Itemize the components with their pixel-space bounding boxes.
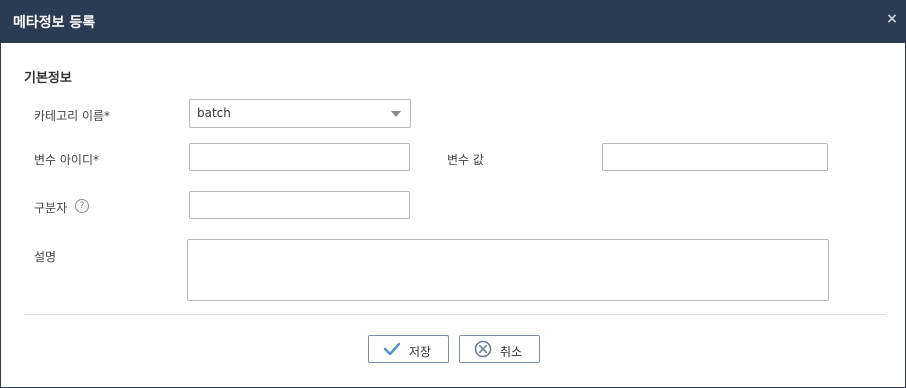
description-textarea[interactable] — [187, 239, 829, 301]
chevron-down-icon — [391, 111, 401, 117]
meta-info-dialog: 메타정보 등록 × 기본정보 카테고리 이름* batch 변수 아이디* 변수… — [0, 0, 906, 388]
cancel-circle-icon — [474, 340, 492, 362]
save-button-label: 저장 — [409, 345, 432, 359]
help-icon[interactable]: ? — [75, 199, 89, 213]
save-button[interactable]: 저장 — [368, 335, 449, 363]
cancel-button-label: 취소 — [500, 345, 523, 359]
close-icon[interactable]: × — [885, 11, 899, 27]
variable-id-label: 변수 아이디* — [34, 153, 100, 167]
category-select[interactable]: batch — [189, 99, 411, 128]
variable-value-label: 변수 값 — [447, 153, 484, 167]
category-label: 카테고리 이름* — [34, 109, 111, 123]
section-title: 기본정보 — [24, 71, 72, 86]
delimiter-label: 구분자 — [34, 201, 68, 215]
dialog-title: 메타정보 등록 — [13, 15, 96, 31]
dialog-titlebar: 메타정보 등록 × — [1, 1, 905, 43]
variable-id-input[interactable] — [189, 143, 410, 171]
check-icon — [383, 341, 401, 361]
category-select-value: batch — [197, 106, 231, 120]
cancel-button[interactable]: 취소 — [459, 335, 540, 363]
footer-divider — [24, 314, 885, 315]
variable-value-input[interactable] — [602, 143, 828, 171]
description-label: 설명 — [34, 250, 57, 264]
delimiter-input[interactable] — [189, 191, 410, 219]
